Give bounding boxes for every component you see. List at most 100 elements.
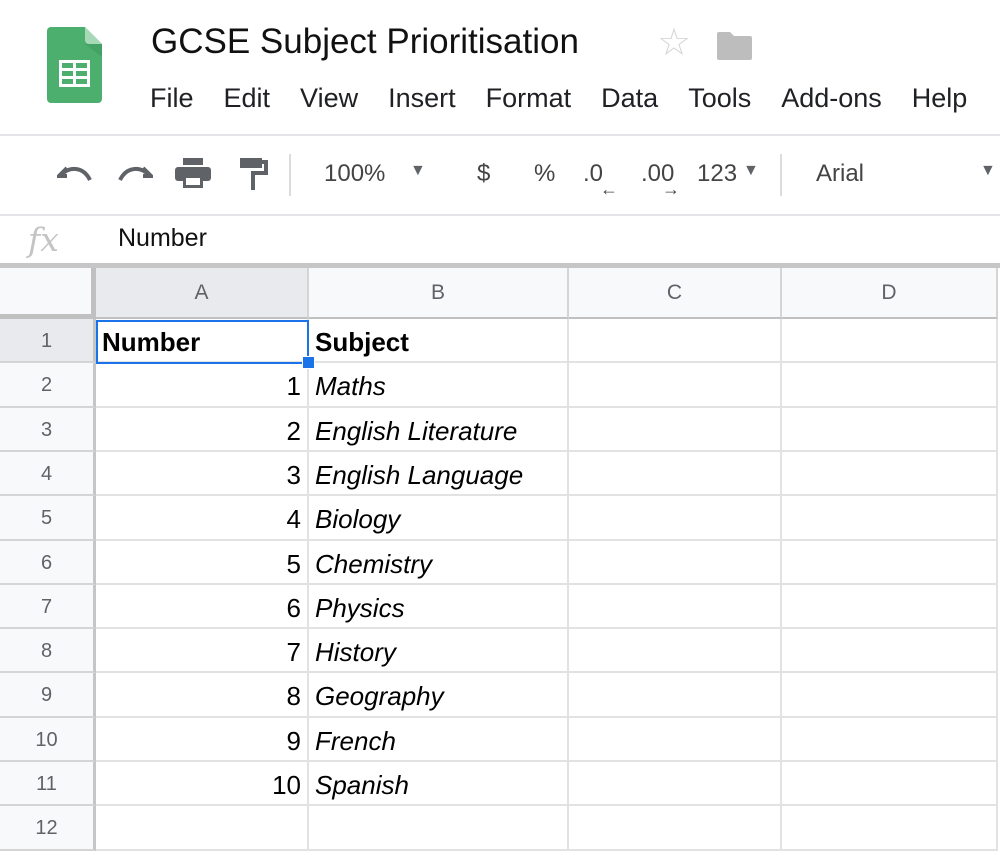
cell-d7[interactable] xyxy=(782,585,998,629)
menu-insert[interactable]: Insert xyxy=(388,83,456,114)
cell-a5[interactable]: 4 xyxy=(96,496,309,541)
formula-input[interactable]: Number xyxy=(118,224,207,253)
cell-a7[interactable]: 6 xyxy=(96,585,309,629)
menu-view[interactable]: View xyxy=(300,83,358,114)
cell-d11[interactable] xyxy=(782,762,998,806)
arrow-left-icon: ← xyxy=(600,179,618,199)
cell-c5[interactable] xyxy=(569,496,782,541)
cell-d12[interactable] xyxy=(782,806,998,851)
cell-a4[interactable]: 3 xyxy=(96,452,309,496)
more-formats-button[interactable]: 123 xyxy=(697,160,737,188)
menu-file[interactable]: File xyxy=(150,83,194,114)
cell-b3[interactable]: English Literature xyxy=(309,408,569,452)
zoom-select[interactable]: 100% xyxy=(324,160,385,188)
cell-a2[interactable]: 1 xyxy=(96,363,309,408)
font-select[interactable]: Arial xyxy=(816,160,864,188)
google-sheets-logo[interactable] xyxy=(47,27,102,103)
cell-a1[interactable]: Number xyxy=(96,319,309,363)
menu-format[interactable]: Format xyxy=(486,83,572,114)
cell-a10[interactable]: 9 xyxy=(96,718,309,762)
toolbar-separator xyxy=(780,154,782,196)
percent-format-button[interactable]: % xyxy=(534,160,555,188)
cell-d4[interactable] xyxy=(782,452,998,496)
cell-d9[interactable] xyxy=(782,673,998,718)
cell-b9[interactable]: Geography xyxy=(309,673,569,718)
cell-b5[interactable]: Biology xyxy=(309,496,569,541)
toolbar: 100% ▼ $ % .0 ← .00 → 123 ▼ Arial ▼ xyxy=(0,136,1000,216)
cell-c11[interactable] xyxy=(569,762,782,806)
cell-d8[interactable] xyxy=(782,629,998,673)
cell-d5[interactable] xyxy=(782,496,998,541)
cell-a8[interactable]: 7 xyxy=(96,629,309,673)
column-header-d[interactable]: D xyxy=(782,268,998,319)
cell-d2[interactable] xyxy=(782,363,998,408)
cell-c4[interactable] xyxy=(569,452,782,496)
menu-addons[interactable]: Add-ons xyxy=(781,83,882,114)
cell-b12[interactable] xyxy=(309,806,569,851)
zoom-dropdown-arrow-icon[interactable]: ▼ xyxy=(410,162,426,180)
cell-b10[interactable]: French xyxy=(309,718,569,762)
cell-c10[interactable] xyxy=(569,718,782,762)
app-header: GCSE Subject Prioritisation ☆ File Edit … xyxy=(0,0,1000,136)
cell-d6[interactable] xyxy=(782,541,998,585)
fill-handle[interactable] xyxy=(302,356,315,369)
paint-format-icon[interactable] xyxy=(240,158,268,190)
redo-icon[interactable] xyxy=(117,164,153,184)
cell-b4[interactable]: English Language xyxy=(309,452,569,496)
cell-c6[interactable] xyxy=(569,541,782,585)
column-header-b[interactable]: B xyxy=(309,268,569,319)
star-icon[interactable]: ☆ xyxy=(657,24,691,62)
row-header[interactable]: 6 xyxy=(0,541,96,585)
cell-d3[interactable] xyxy=(782,408,998,452)
row-header[interactable]: 5 xyxy=(0,496,96,541)
row-header[interactable]: 4 xyxy=(0,452,96,496)
menu-data[interactable]: Data xyxy=(601,83,658,114)
menu-help[interactable]: Help xyxy=(912,83,968,114)
row-header[interactable]: 10 xyxy=(0,718,96,762)
cell-a3[interactable]: 2 xyxy=(96,408,309,452)
column-header-a[interactable]: A xyxy=(96,268,309,319)
undo-icon[interactable] xyxy=(57,164,93,184)
toolbar-separator xyxy=(289,154,291,196)
cell-c3[interactable] xyxy=(569,408,782,452)
row-header[interactable]: 3 xyxy=(0,408,96,452)
document-title[interactable]: GCSE Subject Prioritisation xyxy=(151,22,579,62)
cell-d10[interactable] xyxy=(782,718,998,762)
cell-a9[interactable]: 8 xyxy=(96,673,309,718)
cell-d1[interactable] xyxy=(782,319,998,363)
cell-c9[interactable] xyxy=(569,673,782,718)
fx-icon: fx xyxy=(28,220,59,259)
font-dropdown-arrow-icon[interactable]: ▼ xyxy=(980,162,996,180)
cell-c7[interactable] xyxy=(569,585,782,629)
row-header[interactable]: 7 xyxy=(0,585,96,629)
column-header-c[interactable]: C xyxy=(569,268,782,319)
folder-icon[interactable] xyxy=(717,30,752,60)
cell-b2[interactable]: Maths xyxy=(309,363,569,408)
row-header[interactable]: 11 xyxy=(0,762,96,806)
cell-c2[interactable] xyxy=(569,363,782,408)
cell-a12[interactable] xyxy=(96,806,309,851)
row-header[interactable]: 9 xyxy=(0,673,96,718)
menu-edit[interactable]: Edit xyxy=(224,83,271,114)
menu-bar: File Edit View Insert Format Data Tools … xyxy=(150,83,997,114)
row-header[interactable]: 12 xyxy=(0,806,96,851)
cell-b8[interactable]: History xyxy=(309,629,569,673)
formula-bar: fx Number xyxy=(0,216,1000,263)
row-header[interactable]: 2 xyxy=(0,363,96,408)
more-formats-arrow-icon[interactable]: ▼ xyxy=(743,162,759,180)
cell-c12[interactable] xyxy=(569,806,782,851)
select-all-corner[interactable] xyxy=(0,268,96,319)
cell-b11[interactable]: Spanish xyxy=(309,762,569,806)
row-header[interactable]: 1 xyxy=(0,319,96,363)
cell-a11[interactable]: 10 xyxy=(96,762,309,806)
currency-format-button[interactable]: $ xyxy=(477,160,490,188)
cell-b6[interactable]: Chemistry xyxy=(309,541,569,585)
row-header[interactable]: 8 xyxy=(0,629,96,673)
cell-b7[interactable]: Physics xyxy=(309,585,569,629)
cell-a6[interactable]: 5 xyxy=(96,541,309,585)
cell-b1[interactable]: Subject xyxy=(309,319,569,363)
menu-tools[interactable]: Tools xyxy=(688,83,751,114)
cell-c8[interactable] xyxy=(569,629,782,673)
print-icon[interactable] xyxy=(175,158,211,188)
cell-c1[interactable] xyxy=(569,319,782,363)
